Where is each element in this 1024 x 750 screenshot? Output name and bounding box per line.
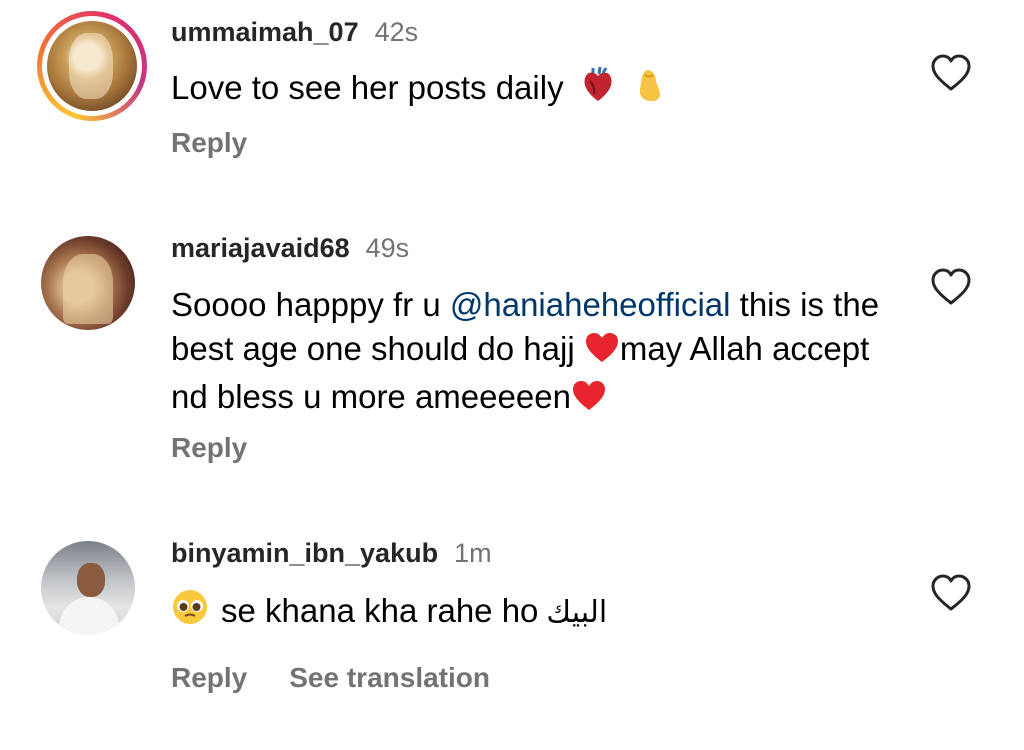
reply-button[interactable]: Reply	[171, 432, 247, 463]
red-heart-icon	[584, 331, 620, 375]
avatar[interactable]	[37, 11, 147, 121]
timestamp: 42s	[374, 17, 419, 47]
comment-body: se khana kha rahe ho	[221, 592, 539, 629]
reply-button[interactable]: Reply	[171, 127, 247, 158]
arabic-text: البيك	[546, 595, 608, 630]
avatar[interactable]	[37, 541, 147, 651]
reply-button[interactable]: Reply	[171, 662, 247, 693]
avatar[interactable]	[37, 236, 147, 346]
comment-actions: Reply	[171, 432, 247, 464]
timestamp: 49s	[365, 233, 410, 263]
avatar-image	[47, 21, 137, 111]
comment-header: mariajavaid68 49s	[171, 233, 409, 264]
mention-link[interactable]: @haniaheheofficial	[450, 286, 731, 323]
avatar-image	[41, 236, 135, 330]
comment-header: ummaimah_07 42s	[171, 17, 418, 48]
comment-actions: Reply	[171, 127, 247, 159]
avatar-image	[41, 541, 135, 635]
comment-header: binyamin_ibn_yakub 1m	[171, 538, 492, 569]
like-heart-icon[interactable]	[930, 268, 972, 306]
username[interactable]: binyamin_ibn_yakub	[171, 538, 438, 568]
username[interactable]: mariajavaid68	[171, 233, 350, 263]
comment-text: Love to see her posts daily	[171, 66, 891, 114]
comment-body: Love to see her posts daily	[171, 69, 564, 106]
comment-text: Soooo happpy fr u @haniaheheofficial thi…	[171, 283, 891, 423]
red-heart-icon	[571, 379, 607, 423]
pinched-fingers-icon	[632, 67, 666, 114]
pleading-face-icon	[171, 588, 209, 637]
like-heart-icon[interactable]	[930, 54, 972, 92]
comment-actions: Reply See translation	[171, 662, 490, 694]
anatomical-heart-icon	[581, 66, 615, 114]
timestamp: 1m	[454, 538, 492, 568]
comment-body: Soooo happpy fr u	[171, 286, 450, 323]
like-heart-icon[interactable]	[930, 574, 972, 612]
comment-text: se khana kha rahe ho البيك	[171, 588, 891, 637]
see-translation-button[interactable]: See translation	[289, 662, 490, 693]
username[interactable]: ummaimah_07	[171, 17, 359, 47]
